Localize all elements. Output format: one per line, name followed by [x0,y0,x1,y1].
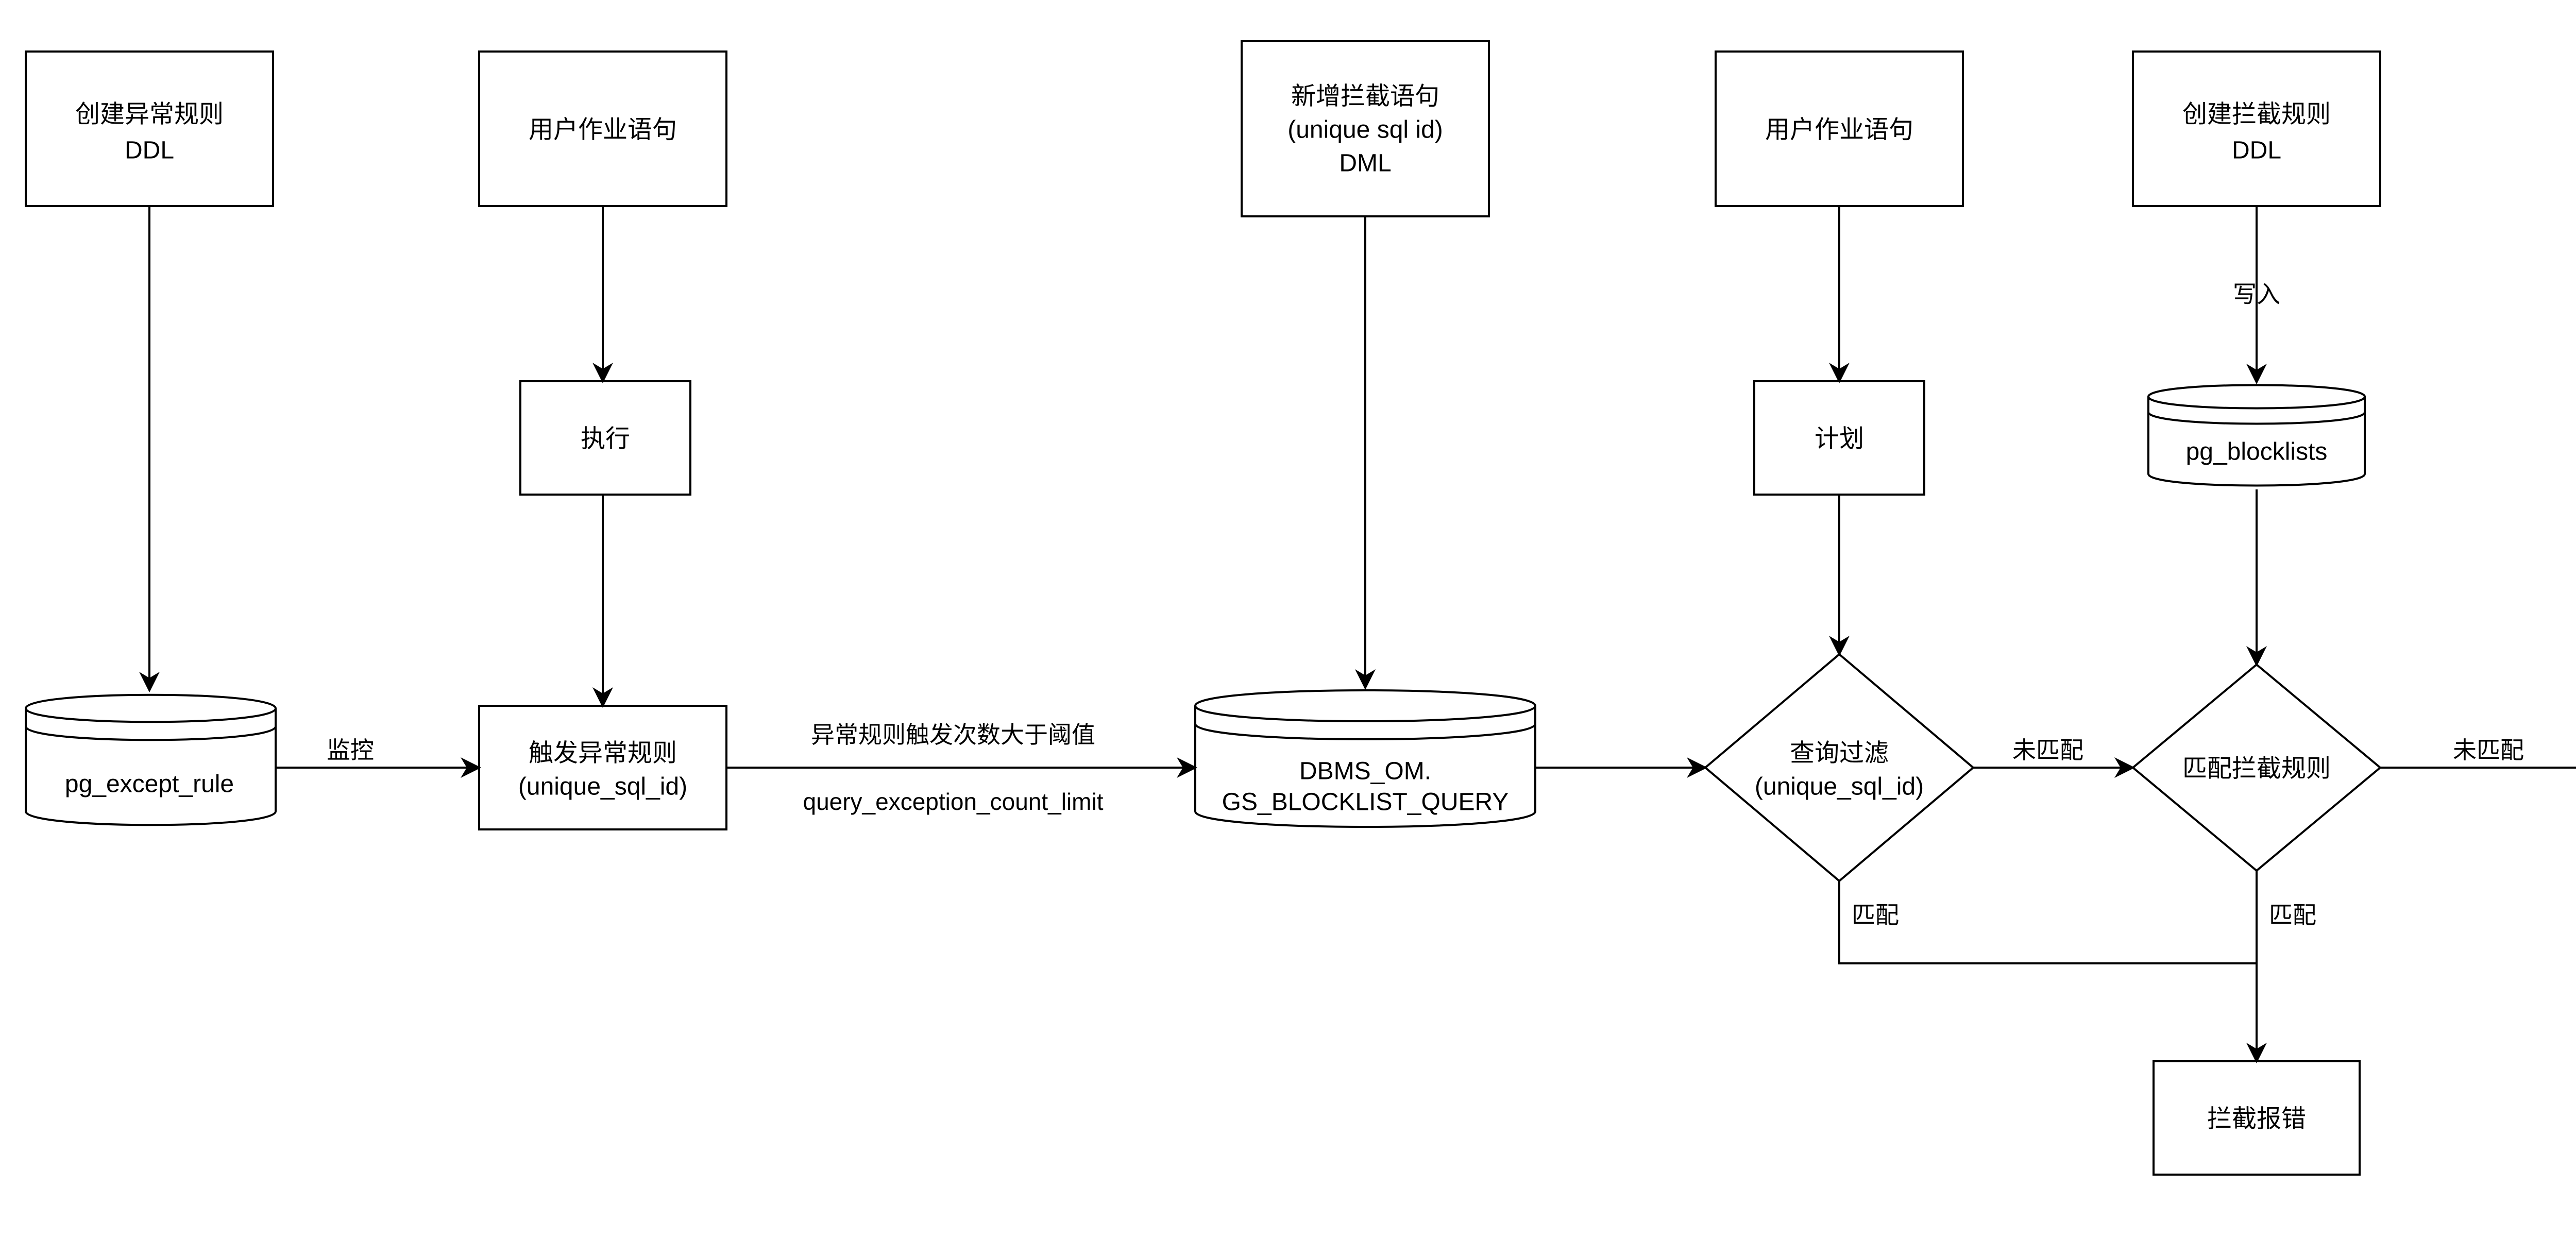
label: DBMS_OM. [1299,758,1431,785]
node-create-intercept-rule-ddl: 创建拦截规则 DDL [2133,52,2380,206]
label: DDL [125,137,174,164]
edge-label-write: 写入 [2233,281,2280,308]
label: 触发异常规则 [529,740,677,767]
label: DML [1339,150,1391,177]
edge-n12-n15 [1839,881,2257,1061]
node-add-intercept-stmt: 新增拦截语句 (unique sql id) DML [1242,41,1489,216]
node-pg-blocklists: pg_blocklists [2148,385,2365,486]
edge-label-unmatch1: 未匹配 [2012,737,2083,763]
label: 用户作业语句 [529,116,677,144]
node-create-exception-rule-ddl: 创建异常规则 DDL [26,52,273,206]
label: DDL [2232,137,2281,164]
label: 新增拦截语句 [1291,83,1439,110]
label: 创建拦截规则 [2182,101,2331,128]
label: pg_except_rule [65,771,234,798]
label: 计划 [1815,426,1864,453]
label: 匹配拦截规则 [2182,755,2331,783]
edge-label-match2: 匹配 [2269,902,2316,928]
node-dbms-om-gs-blocklist-query: DBMS_OM. GS_BLOCKLIST_QUERY [1195,690,1535,827]
edge-label-unmatch2: 未匹配 [2453,737,2524,763]
label: pg_blocklists [2186,438,2328,466]
node-user-job-stmt-2: 用户作业语句 [1716,52,1963,206]
flowchart: 创建异常规则 DDL 用户作业语句 新增拦截语句 (unique sql id)… [0,0,2576,1239]
label: 创建异常规则 [75,101,224,128]
node-pg-except-rule: pg_except_rule [26,695,276,825]
edge-label-match1: 匹配 [1852,902,1899,928]
label: (unique_sql_id) [518,773,687,801]
label: 查询过滤 [1790,740,1889,767]
label: (unique sql id) [1287,116,1443,144]
edge-label-cond1: 异常规则触发次数大于阈值 [811,721,1095,748]
edge-label-monitor: 监控 [327,737,374,763]
label: 拦截报错 [2207,1106,2306,1133]
node-plan: 计划 [1754,381,1924,495]
node-trigger-exception-rule: 触发异常规则 (unique_sql_id) [479,706,726,829]
label: 执行 [581,426,630,453]
node-execute: 执行 [520,381,690,495]
label: (unique_sql_id) [1755,773,1924,801]
node-match-intercept-rule: 匹配拦截规则 [2133,665,2380,871]
label: 用户作业语句 [1765,116,1913,144]
node-intercept-error: 拦截报错 [2154,1061,2360,1175]
edge-label-cond2: query_exception_count_limit [803,788,1103,815]
node-user-job-stmt-1: 用户作业语句 [479,52,726,206]
label: GS_BLOCKLIST_QUERY [1222,789,1509,816]
node-query-filter: 查询过滤 (unique_sql_id) [1705,654,1973,881]
